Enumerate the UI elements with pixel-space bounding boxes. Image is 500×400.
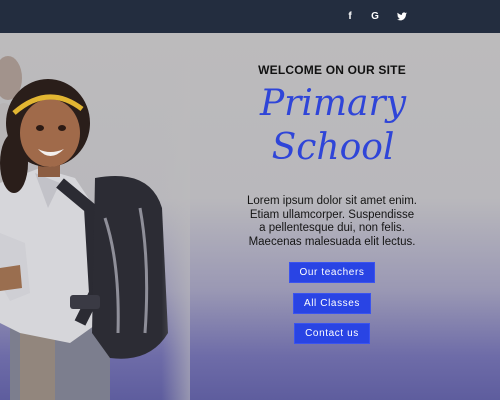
google-icon[interactable]: G — [367, 0, 383, 33]
all-classes-button[interactable]: All Classes — [293, 293, 371, 314]
our-teachers-button[interactable]: Our teachers — [289, 262, 375, 283]
twitter-icon[interactable] — [394, 0, 410, 33]
title-school: School — [271, 127, 395, 168]
welcome-heading: WELCOME ON OUR SITE — [258, 63, 406, 77]
hero-description: Lorem ipsum dolor sit amet enim. Etiam u… — [232, 195, 432, 249]
facebook-icon[interactable]: f — [342, 0, 358, 33]
top-navigation-bar: f G — [0, 0, 500, 33]
description-line: Etiam ullamcorper. Suspendisse — [249, 208, 415, 221]
description-line: Maecenas malesuada elit lectus. — [248, 235, 416, 248]
contact-us-button[interactable]: Contact us — [294, 323, 370, 344]
student-photo — [0, 33, 190, 400]
twitter-bird-shape — [397, 12, 407, 21]
description-line: Lorem ipsum dolor sit amet enim. — [246, 195, 417, 207]
title-primary: Primary — [259, 83, 407, 124]
description-line: a pellentesque dui, non felis. — [259, 222, 405, 234]
